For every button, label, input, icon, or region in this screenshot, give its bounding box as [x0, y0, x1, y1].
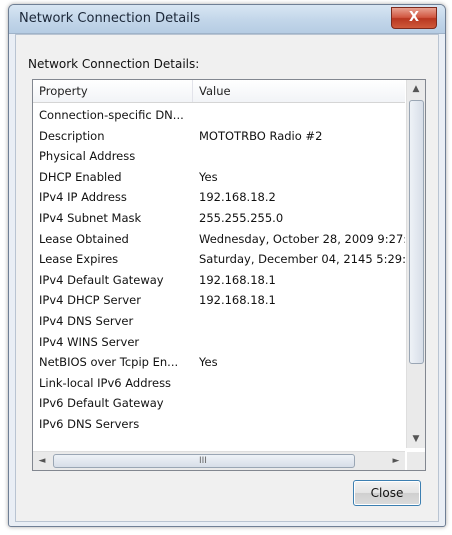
list-row[interactable]: NetBIOS over Tcpip En... Yes — [33, 353, 405, 374]
list-row[interactable]: IPv4 IP Address 192.168.18.2 — [33, 188, 405, 209]
list-row[interactable]: Link-local IPv6 Address — [33, 374, 405, 395]
row-property: IPv4 Default Gateway — [39, 272, 164, 287]
vertical-scroll-thumb[interactable] — [409, 100, 424, 364]
row-property: Link-local IPv6 Address — [39, 375, 172, 390]
row-value: Saturday, December 04, 2145 5:29:2 — [199, 252, 405, 267]
list-row[interactable]: IPv4 WINS Server — [33, 333, 405, 354]
column-header-property[interactable]: Property — [33, 80, 193, 102]
scrollbar-corner — [407, 452, 425, 470]
list-row[interactable]: Connection-specific DN... — [33, 106, 405, 127]
row-property: IPv4 IP Address — [39, 190, 127, 205]
scroll-right-button[interactable]: ► — [387, 452, 405, 470]
scroll-up-button[interactable]: ▲ — [407, 80, 425, 98]
row-property: DHCP Enabled — [39, 169, 122, 184]
scroll-left-button[interactable]: ◄ — [33, 452, 51, 470]
list-row[interactable]: IPv4 DNS Server — [33, 312, 405, 333]
row-property: Lease Expires — [39, 252, 119, 267]
details-label: Network Connection Details: — [28, 57, 200, 71]
window-title: Network Connection Details — [19, 11, 201, 26]
list-row[interactable]: Description MOTOTRBO Radio #2 — [33, 127, 405, 148]
list-row[interactable]: IPv4 DHCP Server 192.168.18.1 — [33, 291, 405, 312]
row-property: NetBIOS over Tcpip En... — [39, 355, 179, 370]
list-row[interactable]: IPv6 DNS Servers — [33, 415, 405, 436]
row-value: Wednesday, October 28, 2009 9:27:5 — [199, 231, 405, 246]
list-row[interactable]: IPv4 Default Gateway 192.168.18.1 — [33, 271, 405, 292]
row-value: MOTOTRBO Radio #2 — [199, 128, 323, 143]
vertical-scrollbar[interactable]: ▲ ▼ — [406, 80, 425, 448]
row-value: 192.168.18.1 — [199, 272, 276, 287]
row-property: IPv4 WINS Server — [39, 334, 140, 349]
row-property: Physical Address — [39, 149, 136, 164]
row-property: IPv4 DNS Server — [39, 313, 134, 328]
list-rows: Connection-specific DN... Description MOT… — [33, 106, 405, 446]
details-list[interactable]: Property Value Connection-specific DN...… — [32, 79, 426, 471]
list-row[interactable]: IPv4 Subnet Mask 255.255.255.0 — [33, 209, 405, 230]
dialog-body: Network Connection Details: Property Val… — [15, 34, 439, 522]
row-property: IPv4 DHCP Server — [39, 293, 141, 308]
row-property: IPv6 DNS Servers — [39, 416, 140, 431]
window-close-button[interactable]: X — [391, 7, 437, 29]
horizontal-scrollbar[interactable]: ◄ III ► — [33, 451, 405, 470]
list-row[interactable]: DHCP Enabled Yes — [33, 168, 405, 189]
row-property: Connection-specific DN... — [39, 108, 184, 122]
horizontal-scroll-thumb[interactable]: III — [53, 454, 355, 468]
row-value: 192.168.18.2 — [199, 190, 276, 205]
scroll-down-button[interactable]: ▼ — [407, 430, 425, 448]
row-property: IPv6 Default Gateway — [39, 396, 164, 411]
list-row[interactable]: Lease Expires Saturday, December 04, 2145… — [33, 250, 405, 271]
grip-icon: III — [199, 456, 207, 466]
row-value: 255.255.255.0 — [199, 210, 284, 225]
column-header-value[interactable]: Value — [193, 80, 405, 102]
title-bar[interactable]: Network Connection Details X — [9, 5, 445, 34]
row-property: IPv4 Subnet Mask — [39, 210, 142, 225]
network-connection-details-window: Network Connection Details X Network Con… — [8, 4, 446, 527]
row-property: Description — [39, 128, 105, 143]
list-row[interactable]: IPv6 Default Gateway — [33, 394, 405, 415]
list-row[interactable]: Physical Address — [33, 147, 405, 168]
row-value: 192.168.18.1 — [199, 293, 276, 308]
row-value: Yes — [199, 169, 218, 184]
row-property: Lease Obtained — [39, 231, 129, 246]
list-header: Property Value — [33, 80, 405, 103]
row-value: Yes — [199, 355, 218, 370]
close-button[interactable]: Close — [353, 480, 421, 506]
list-row[interactable]: Lease Obtained Wednesday, October 28, 200… — [33, 230, 405, 251]
